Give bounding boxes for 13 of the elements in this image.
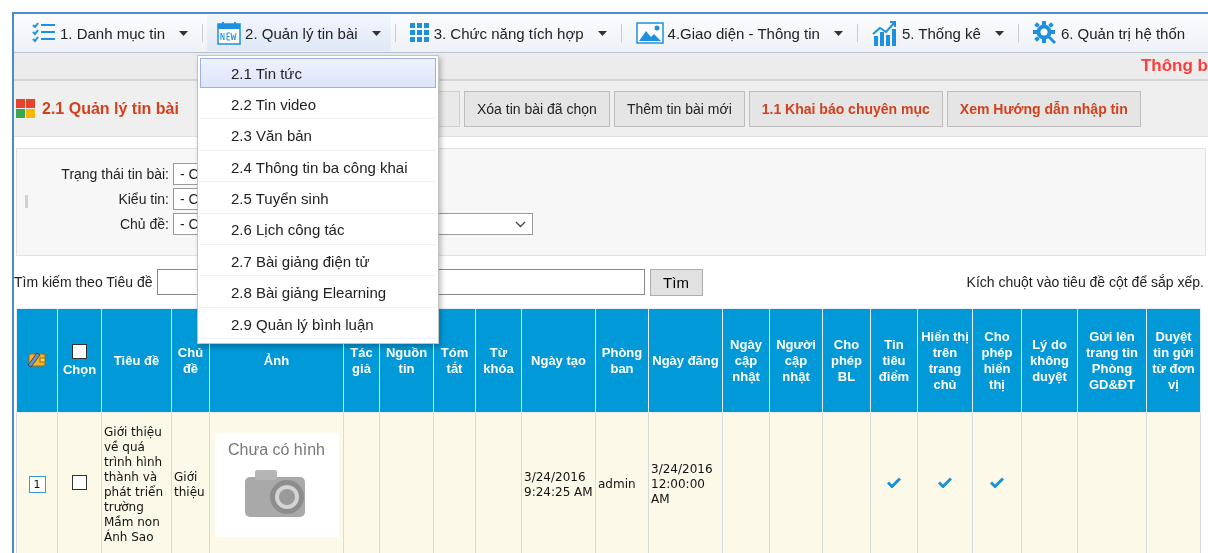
no-image-caption: Chưa có hình [228,440,325,459]
table-cell-text: admin [598,477,637,492]
sort-hint: Kích chuột vào tiêu đề cột để sắp xếp. [966,274,1204,290]
table-cell-text: Giới thiệu [174,469,206,500]
filter-label: Kiểu tin: [117,191,170,207]
table-cell: 3/24/2016 9:24:25 AM [524,469,593,500]
filter-label: Trạng thái tin bài: [60,166,170,182]
search-label: Tìm kiếm theo Tiêu đề [14,274,153,290]
table-cell-text: 3/24/2016 12:00:00 AM [651,462,714,507]
notice-text: Thông b [1140,55,1208,77]
page-title: 2.1 Quản lý tin bài [42,99,179,118]
table-cell-text: Giới thiệu về quá trình hình thành và phát triển trường Mầm non Ánh Sao [104,424,165,545]
filter-label: Chủ đề: [118,216,170,232]
